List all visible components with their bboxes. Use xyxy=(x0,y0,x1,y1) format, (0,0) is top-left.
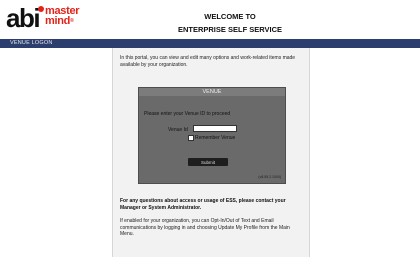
company-logo: abi xyxy=(6,3,44,33)
remember-venue-label[interactable]: Remember Venue xyxy=(195,135,235,141)
logo-mastermind: master mind® xyxy=(45,6,80,27)
optin-info-text: If enabled for your organization, you ca… xyxy=(120,218,290,237)
venue-id-input[interactable] xyxy=(193,125,237,132)
nav-bar: VENUE LOGON xyxy=(0,39,420,48)
venue-panel-body: Please enter your Venue ID to proceed Ve… xyxy=(139,96,285,183)
support-contact-text: For any questions about access or usage … xyxy=(120,198,286,211)
logo-abi-text: abi xyxy=(6,3,41,33)
logo-line-mind: mind® xyxy=(45,15,79,27)
submit-button[interactable]: Submit xyxy=(188,158,228,166)
nav-label-venue-logon: VENUE LOGON xyxy=(10,40,53,46)
app-title: ENTERPRISE SELF SERVICE xyxy=(177,25,283,34)
intro-text: In this portal, you can view and edit ma… xyxy=(120,55,296,68)
logo-registered-mark: ® xyxy=(70,18,74,24)
logo-dot-icon xyxy=(38,6,44,12)
header: abi master mind® WELCOME TO ENTERPRISE S… xyxy=(0,0,420,36)
venue-panel: VENUE Please enter your Venue ID to proc… xyxy=(138,87,286,184)
welcome-heading: WELCOME TO xyxy=(204,12,256,21)
venue-panel-title: VENUE xyxy=(139,88,285,96)
remember-venue-checkbox[interactable] xyxy=(188,135,194,141)
venue-prompt: Please enter your Venue ID to proceed xyxy=(144,111,231,117)
venue-id-label: Venue Id xyxy=(168,127,188,133)
logo-mind-text: mind xyxy=(45,15,71,27)
version-text: (v8.55.2.1000) xyxy=(258,175,281,179)
